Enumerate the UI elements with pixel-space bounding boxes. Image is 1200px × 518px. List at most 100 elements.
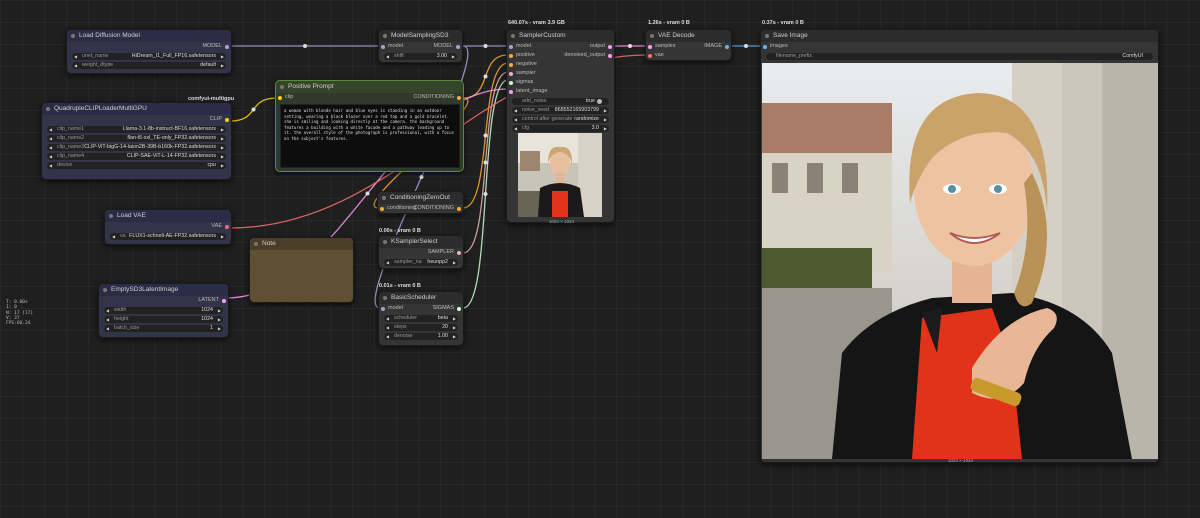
node-empty-sd3-latent-image[interactable]: EmptySD3LatentImage LATENT ◀ width 1024 ▶ ◀… [98, 283, 229, 338]
link-midpoint-dot[interactable] [483, 160, 488, 165]
arrow-right-icon[interactable]: ▶ [453, 333, 456, 341]
collapse-dot-icon[interactable] [383, 296, 387, 300]
collapse-dot-icon[interactable] [511, 34, 515, 38]
arrow-left-icon[interactable]: ◀ [106, 325, 109, 333]
arrow-right-icon[interactable]: ▶ [452, 53, 455, 61]
link-wire[interactable] [462, 71, 509, 254]
arrow-left-icon[interactable]: ◀ [386, 333, 389, 341]
conditioning-input-socket[interactable] [380, 206, 384, 211]
link-midpoint-dot[interactable] [744, 44, 748, 48]
link-midpoint-dot[interactable] [483, 74, 488, 79]
node-quadruple-clip-loader[interactable]: QuadrupleCLIPLoaderMultiGPU CLIP ◀ clip_n… [41, 102, 232, 180]
node-title[interactable]: QuadrupleCLIPLoaderMultiGPU [42, 103, 231, 115]
node-title[interactable]: VAE Decode [646, 30, 731, 42]
collapse-dot-icon[interactable] [280, 85, 284, 89]
width-widget[interactable]: ◀ width 1024 ▶ [104, 306, 223, 315]
clip-name2-widget[interactable]: ◀ clip_name2 flan-t5-xxl_TE-only_FP32.safe… [47, 134, 226, 143]
arrow-left-icon[interactable]: ◀ [49, 135, 52, 143]
arrow-right-icon[interactable]: ▶ [221, 135, 224, 143]
arrow-right-icon[interactable]: ▶ [604, 125, 607, 133]
steps-widget[interactable]: ◀ steps 20 ▶ [384, 323, 458, 332]
arrow-left-icon[interactable]: ◀ [49, 144, 52, 152]
node-title[interactable]: KSamplerSelect [379, 236, 463, 248]
negative-input-socket[interactable] [509, 62, 513, 67]
collapse-dot-icon[interactable] [71, 34, 75, 38]
clip-name1-widget[interactable]: ◀ clip_name1 Llama-3.1-8b-instruct-BF16.sa… [47, 125, 226, 134]
cfg-widget[interactable]: ◀ cfg 3.0 ▶ [512, 124, 609, 133]
arrow-right-icon[interactable]: ▶ [221, 62, 224, 70]
conditioning-output-socket[interactable] [457, 206, 461, 211]
control-after-generate-widget[interactable]: ◀ control after generate randomize ▶ [512, 115, 609, 124]
arrow-right-icon[interactable]: ▶ [218, 316, 221, 324]
sigmas-output-socket[interactable] [457, 306, 461, 311]
height-widget[interactable]: ◀ height 1024 ▶ [104, 315, 223, 324]
model-output-socket[interactable] [225, 44, 229, 49]
arrow-left-icon[interactable]: ◀ [106, 316, 109, 324]
model-input-socket[interactable] [509, 44, 513, 49]
output-socket[interactable] [608, 44, 612, 49]
model-input-socket[interactable] [381, 306, 385, 311]
sigmas-input-socket[interactable] [509, 80, 513, 85]
collapse-dot-icon[interactable] [650, 34, 654, 38]
arrow-left-icon[interactable]: ◀ [49, 153, 52, 161]
image-output-socket[interactable] [725, 44, 729, 49]
model-input-socket[interactable] [381, 44, 385, 49]
arrow-right-icon[interactable]: ▶ [218, 307, 221, 315]
denoise-widget[interactable]: ◀ denoise 1.00 ▶ [384, 332, 458, 341]
device-widget[interactable]: ◀ device cpu ▶ [47, 161, 226, 169]
node-title[interactable]: ConditioningZeroOut [378, 192, 463, 204]
link-wire[interactable] [462, 54, 509, 99]
arrow-left-icon[interactable]: ◀ [514, 116, 517, 124]
link-midpoint-dot[interactable] [303, 44, 307, 48]
filename-prefix-input[interactable]: filename_prefix ComfyUI [766, 52, 1153, 60]
collapse-dot-icon[interactable] [383, 240, 387, 244]
unet-name-widget[interactable]: ◀ unet_name HiDream_I1_Full_FP16.safetenso… [72, 52, 226, 60]
node-save-image[interactable]: Save Image images filename_prefix ComfyUI… [760, 29, 1159, 463]
collapse-dot-icon[interactable] [382, 196, 386, 200]
arrow-right-icon[interactable]: ▶ [453, 315, 456, 323]
node-title[interactable]: Load Diffusion Model [67, 30, 231, 42]
latent-output-socket[interactable] [222, 298, 226, 303]
node-model-sampling-sd3[interactable]: ModelSamplingSD3 model MODEL ◀ shift 3.00 ▶ [378, 29, 463, 63]
noise-seed-widget[interactable]: ◀ noise_seed 868552165903799 ▶ [512, 106, 609, 115]
vae-input-socket[interactable] [648, 53, 652, 58]
arrow-right-icon[interactable]: ▶ [453, 259, 456, 267]
arrow-left-icon[interactable]: ◀ [386, 315, 389, 323]
positive-input-socket[interactable] [509, 53, 513, 58]
conditioning-output-socket[interactable] [457, 95, 461, 100]
link-wire[interactable] [229, 97, 278, 122]
node-vae-decode[interactable]: VAE Decode samples IMAGE vae [645, 29, 732, 61]
arrow-right-icon[interactable]: ▶ [221, 126, 224, 134]
arrow-right-icon[interactable]: ▶ [221, 153, 224, 161]
arrow-left-icon[interactable]: ◀ [386, 324, 389, 332]
node-sampler-custom[interactable]: SamplerCustom model output positive deno… [506, 29, 615, 224]
link-wire[interactable] [462, 79, 509, 309]
node-positive-prompt[interactable]: Positive Prompt clip CONDITIONING a woma… [275, 80, 464, 172]
scheduler-widget[interactable]: ◀ scheduler beta ▶ [384, 314, 458, 323]
clip-input-socket[interactable] [278, 95, 282, 100]
link-midpoint-dot[interactable] [483, 192, 488, 196]
arrow-right-icon[interactable]: ▶ [221, 233, 224, 241]
add-noise-toggle[interactable]: add_noise true [512, 97, 609, 105]
arrow-left-icon[interactable]: ◀ [386, 259, 389, 267]
node-title[interactable]: BasicScheduler [379, 292, 463, 304]
arrow-right-icon[interactable]: ▶ [221, 144, 224, 152]
node-basic-scheduler[interactable]: BasicScheduler model SIGMAS ◀ scheduler be… [378, 291, 464, 346]
prompt-textarea[interactable]: a woman with blonde hair and blue eyes i… [280, 104, 460, 168]
link-wire[interactable] [462, 62, 509, 209]
output-image[interactable] [762, 63, 1158, 459]
collapse-dot-icon[interactable] [109, 214, 113, 218]
sampler-name-widget[interactable]: ◀ sampler_na heunpp2 ▶ [384, 258, 458, 267]
batch-size-widget[interactable]: ◀ batch_size 1 ▶ [104, 324, 223, 333]
node-title[interactable]: EmptySD3LatentImage [99, 284, 228, 296]
arrow-left-icon[interactable]: ◀ [386, 53, 389, 61]
node-title[interactable]: Note [250, 238, 353, 250]
arrow-left-icon[interactable]: ◀ [514, 107, 517, 115]
denoised-output-socket[interactable] [608, 53, 612, 58]
vae-output-socket[interactable] [225, 224, 229, 229]
arrow-left-icon[interactable]: ◀ [106, 307, 109, 315]
arrow-right-icon[interactable]: ▶ [453, 324, 456, 332]
arrow-right-icon[interactable]: ▶ [604, 116, 607, 124]
arrow-right-icon[interactable]: ▶ [218, 325, 221, 333]
link-midpoint-dot[interactable] [628, 44, 632, 48]
